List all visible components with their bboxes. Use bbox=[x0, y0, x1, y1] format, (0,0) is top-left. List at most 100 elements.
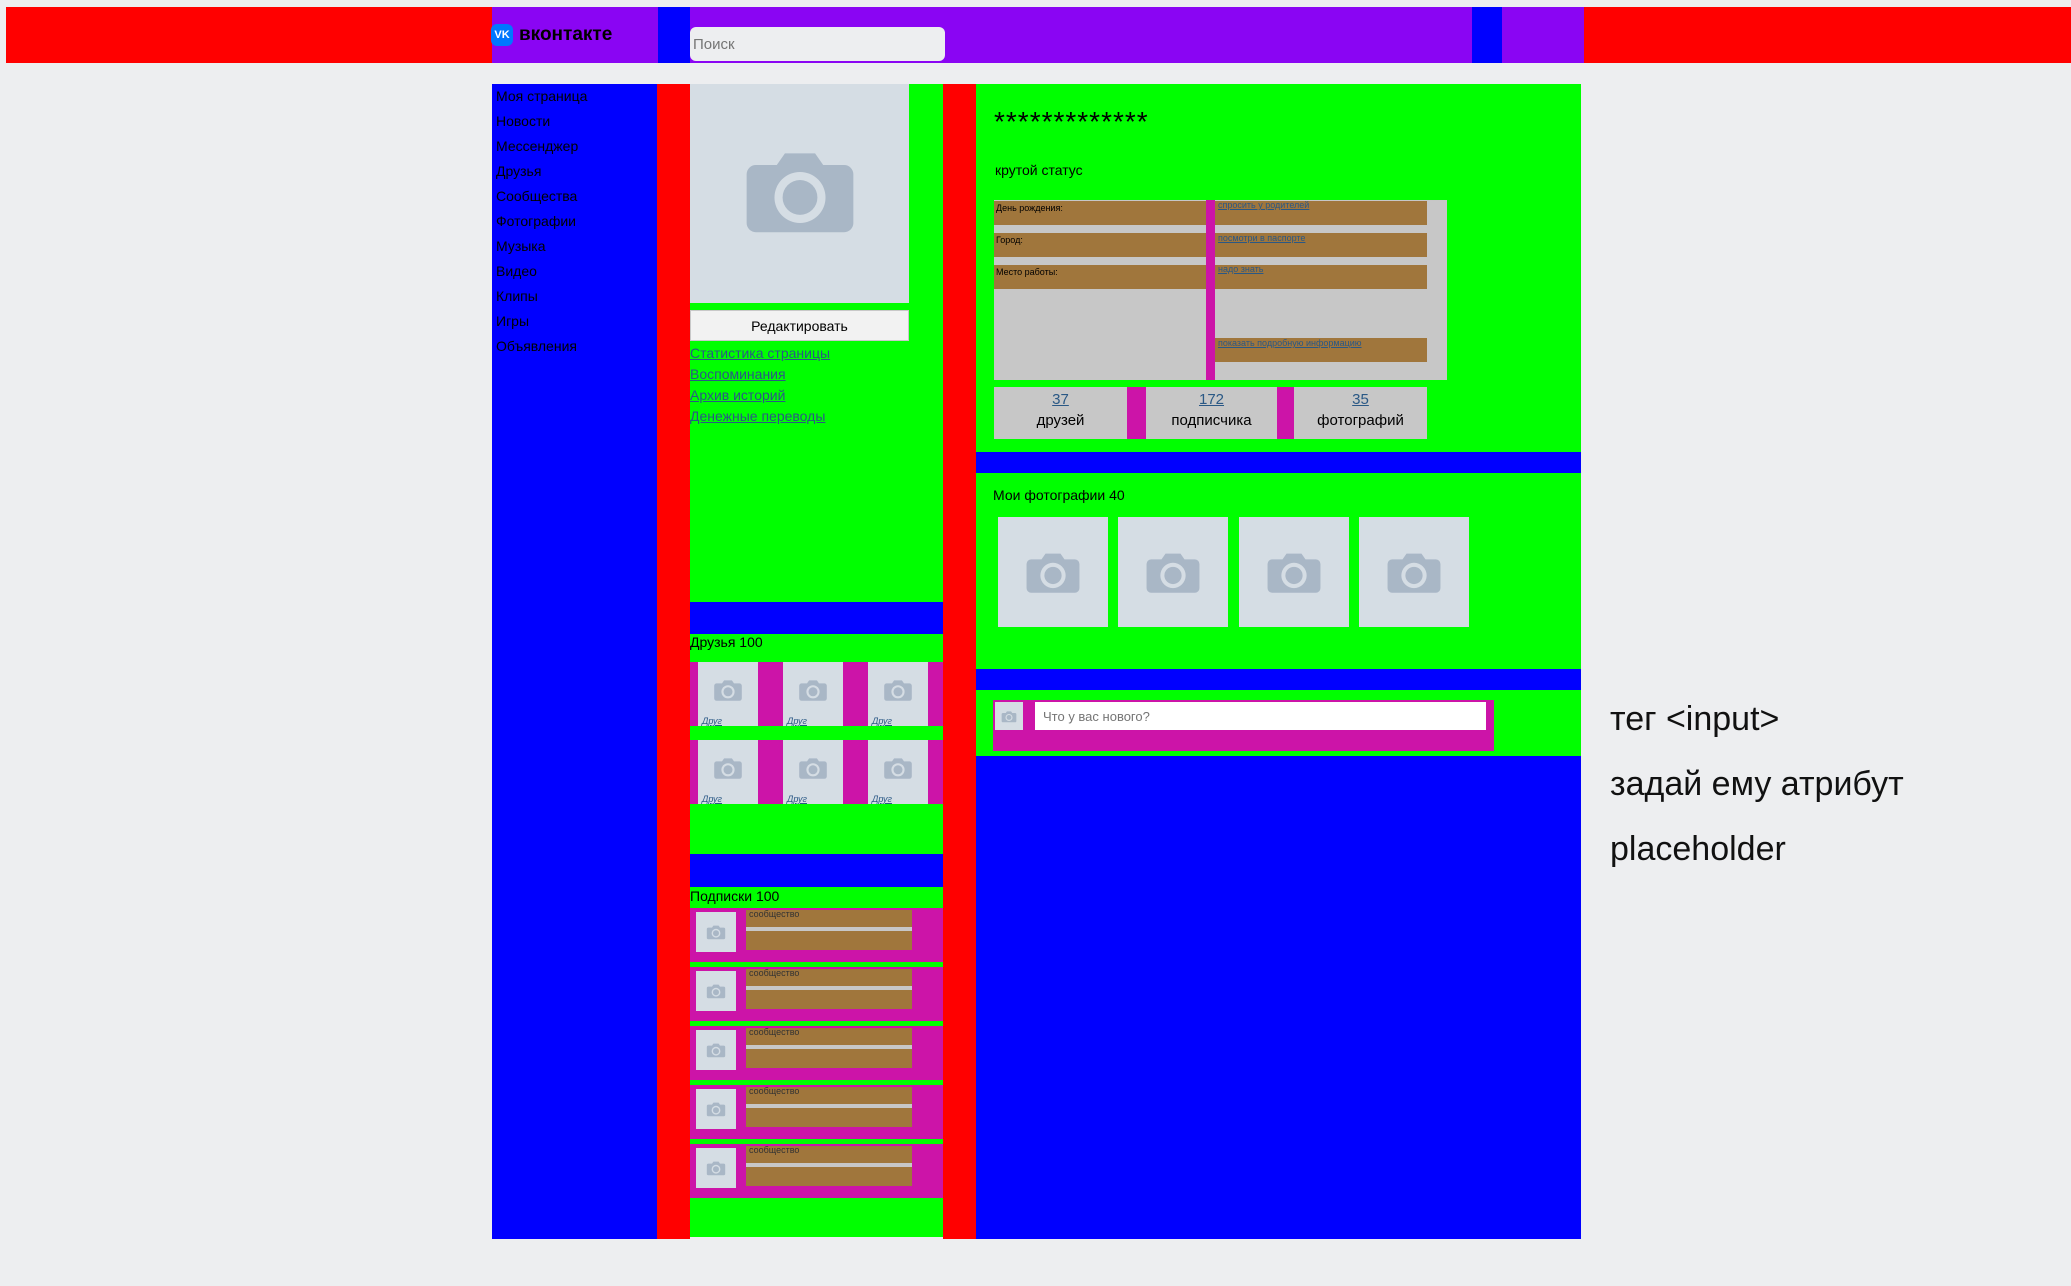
divider bbox=[976, 452, 1581, 473]
link-memories[interactable]: Воспоминания bbox=[690, 366, 786, 382]
work-value[interactable]: надо знать bbox=[1218, 264, 1263, 274]
camera-icon bbox=[1001, 710, 1017, 723]
community-avatar bbox=[696, 1030, 736, 1070]
photo-thumbnail[interactable] bbox=[1359, 517, 1469, 627]
friend-card[interactable]: Друг bbox=[783, 662, 843, 726]
city-label: Город: bbox=[996, 235, 1023, 245]
friend-name[interactable]: Друг bbox=[872, 794, 892, 804]
show-more-info-link[interactable]: показать подробную информацию bbox=[1218, 338, 1362, 348]
community-info: сообщество bbox=[746, 968, 912, 1009]
counter-friends[interactable]: 37 друзей bbox=[994, 387, 1127, 439]
community-avatar bbox=[696, 912, 736, 952]
community-avatar bbox=[696, 1089, 736, 1129]
sidebar-item-clips[interactable]: Клипы bbox=[496, 288, 538, 304]
sidebar-item-music[interactable]: Музыка bbox=[496, 238, 546, 254]
friend-card[interactable]: Друг bbox=[868, 662, 928, 726]
sidebar-item-photos[interactable]: Фотографии bbox=[496, 213, 576, 229]
counter-photos[interactable]: 35 фотографий bbox=[1294, 387, 1427, 439]
link-page-statistics[interactable]: Статистика страницы bbox=[690, 345, 830, 361]
friend-card[interactable]: Друг bbox=[783, 740, 843, 804]
birthday-value[interactable]: спросить у родителей bbox=[1218, 200, 1309, 210]
friend-name[interactable]: Друг bbox=[787, 794, 807, 804]
community-name[interactable]: сообщество bbox=[749, 909, 799, 919]
counter-value[interactable]: 35 bbox=[1294, 391, 1427, 408]
friend-card[interactable]: Друг bbox=[868, 740, 928, 804]
subscriptions-title[interactable]: Подписки 100 bbox=[690, 888, 779, 904]
counter-value[interactable]: 37 bbox=[994, 391, 1127, 408]
camera-icon bbox=[742, 144, 858, 237]
work-label: Место работы: bbox=[996, 267, 1058, 277]
friends-title[interactable]: Друзья 100 bbox=[690, 634, 763, 650]
link-money-transfers[interactable]: Денежные переводы bbox=[690, 408, 825, 424]
separator-line bbox=[746, 1104, 912, 1108]
post-avatar bbox=[995, 702, 1023, 730]
subscription-item[interactable]: сообщество bbox=[690, 1144, 943, 1198]
community-info: сообщество bbox=[746, 909, 912, 950]
camera-icon bbox=[713, 678, 743, 702]
counter-label: подписчика bbox=[1171, 412, 1252, 429]
community-name[interactable]: сообщество bbox=[749, 968, 799, 978]
separator-line bbox=[746, 1045, 912, 1049]
city-value[interactable]: посмотри в паспорте bbox=[1218, 233, 1305, 243]
sidebar-item-video[interactable]: Видео bbox=[496, 263, 537, 279]
photo-thumbnail[interactable] bbox=[998, 517, 1108, 627]
link-stories-archive[interactable]: Архив историй bbox=[690, 387, 785, 403]
edit-profile-button[interactable]: Редактировать bbox=[690, 310, 909, 341]
camera-icon bbox=[1265, 549, 1323, 595]
birthday-label: День рождения: bbox=[996, 203, 1063, 213]
separator-line bbox=[746, 986, 912, 990]
friends-block: Друзья 100 Друг Друг Друг Друг Друг Друг bbox=[690, 634, 943, 854]
counter-followers[interactable]: 172 подписчика bbox=[1146, 387, 1277, 439]
friend-name[interactable]: Друг bbox=[702, 794, 722, 804]
camera-icon bbox=[1385, 549, 1443, 595]
photos-title[interactable]: Мои фотографии 40 bbox=[993, 487, 1125, 503]
divider bbox=[690, 602, 943, 634]
friend-name[interactable]: Друг bbox=[787, 716, 807, 726]
counter-value[interactable]: 172 bbox=[1146, 391, 1277, 408]
community-name[interactable]: сообщество bbox=[749, 1086, 799, 1096]
subscription-item[interactable]: сообщество bbox=[690, 1085, 943, 1139]
camera-icon bbox=[883, 756, 913, 780]
photo-thumbnail[interactable] bbox=[1239, 517, 1349, 627]
subscription-item[interactable]: сообщество bbox=[690, 908, 943, 962]
search-input[interactable] bbox=[690, 27, 945, 61]
sidebar-item-messenger[interactable]: Мессенджер bbox=[496, 138, 578, 154]
sidebar-item-friends[interactable]: Друзья bbox=[496, 163, 541, 179]
friend-card[interactable]: Друг bbox=[698, 662, 758, 726]
sidebar-item-news[interactable]: Новости bbox=[496, 113, 550, 129]
new-post-input[interactable] bbox=[1035, 702, 1486, 730]
community-avatar bbox=[696, 971, 736, 1011]
camera-icon bbox=[883, 678, 913, 702]
community-info: сообщество bbox=[746, 1145, 912, 1186]
subscription-item[interactable]: сообщество bbox=[690, 1026, 943, 1080]
avatar[interactable] bbox=[690, 84, 909, 303]
annotation-line-2: задай ему атрибут bbox=[1610, 765, 1904, 803]
community-name[interactable]: сообщество bbox=[749, 1027, 799, 1037]
friend-name[interactable]: Друг bbox=[702, 716, 722, 726]
info-divider bbox=[1206, 200, 1215, 380]
sidebar-item-communities[interactable]: Сообщества bbox=[496, 188, 577, 204]
subscription-item[interactable]: сообщество bbox=[690, 967, 943, 1021]
header-block-right bbox=[1472, 7, 1502, 63]
camera-icon bbox=[706, 924, 726, 940]
annotation-line-1: тег <input> bbox=[1610, 700, 1780, 738]
divider bbox=[976, 669, 1581, 690]
camera-icon bbox=[706, 1042, 726, 1058]
friend-card[interactable]: Друг bbox=[698, 740, 758, 804]
photo-thumbnail[interactable] bbox=[1118, 517, 1228, 627]
sidebar-item-ads[interactable]: Объявления bbox=[496, 338, 577, 354]
sidebar-item-my-page[interactable]: Моя страница bbox=[496, 88, 587, 104]
header-block-left bbox=[658, 7, 690, 63]
counter-label: фотографий bbox=[1317, 412, 1404, 429]
profile-status[interactable]: крутой статус bbox=[995, 162, 1083, 178]
avatar-card: Редактировать Статистика страницы Воспом… bbox=[690, 84, 943, 602]
friend-name[interactable]: Друг bbox=[872, 716, 892, 726]
camera-icon bbox=[798, 756, 828, 780]
camera-icon bbox=[798, 678, 828, 702]
left-sidebar: Моя страница Новости Мессенджер Друзья С… bbox=[492, 84, 657, 1239]
community-name[interactable]: сообщество bbox=[749, 1145, 799, 1155]
new-post-block bbox=[976, 690, 1581, 756]
sidebar-item-games[interactable]: Игры bbox=[496, 313, 529, 329]
logo[interactable]: VK вконтакте bbox=[491, 23, 612, 47]
separator-line bbox=[746, 1163, 912, 1167]
